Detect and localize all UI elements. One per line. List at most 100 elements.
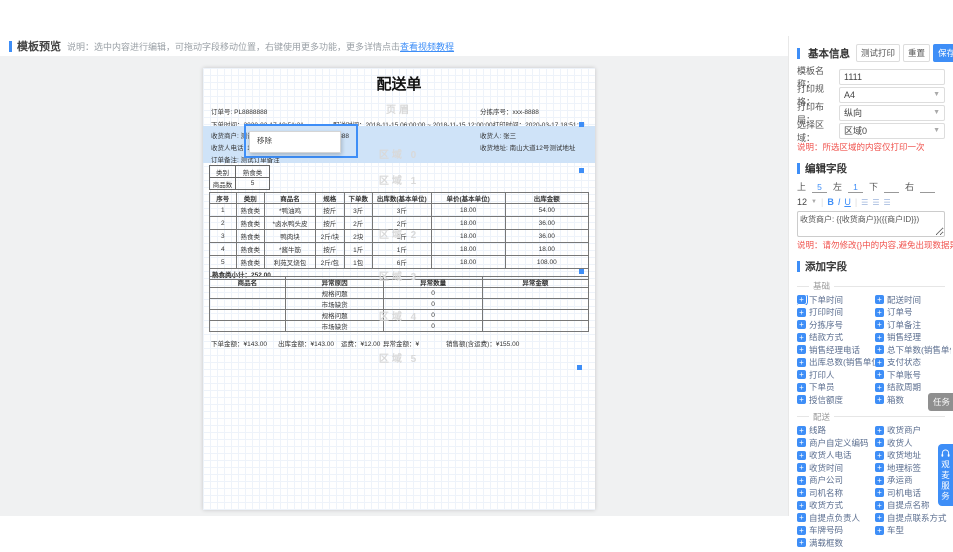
underline-button[interactable]: U [844, 197, 851, 207]
add-field-icon[interactable]: + [797, 345, 806, 354]
table-row[interactable]: 规格问题0 [210, 310, 589, 321]
table-row[interactable]: 4熟食类*酱牛筋按斤1斤1斤18.0018.00 [210, 243, 589, 256]
add-field-item[interactable]: +商户公司 [797, 476, 875, 486]
add-field-icon[interactable]: + [875, 320, 884, 329]
add-field-item[interactable]: +线路 [797, 426, 875, 436]
receiver-address-field[interactable]: 收货地址: 南山大道12号测试地址 [480, 142, 575, 152]
add-field-icon[interactable]: + [797, 333, 806, 342]
product-table[interactable]: 序号类别商品名规格下单数出库数(基本单位)单价(基本单位)出库金额1熟食类*鸭油… [209, 192, 589, 280]
resize-handle[interactable] [579, 168, 584, 173]
document-page[interactable]: 配送单 页眉 订单号: PL8888888 分拣序号：xxx-8888 下单时间… [203, 68, 595, 510]
add-field-icon[interactable]: + [797, 295, 806, 304]
add-field-item[interactable]: +收货方式 [797, 501, 875, 511]
summary-item[interactable]: 运费：¥12.00 [341, 338, 380, 348]
add-field-item[interactable]: +打印人 [797, 370, 875, 380]
add-field-item[interactable]: +下单时间 [797, 295, 875, 305]
doc-title[interactable]: 配送单 [203, 73, 595, 94]
add-field-icon[interactable]: + [875, 345, 884, 354]
add-field-icon[interactable]: + [797, 488, 806, 497]
summary-item[interactable]: 销售额(含运费)：¥155.00 [446, 338, 519, 348]
region-select[interactable]: 区域0▼ [839, 123, 945, 139]
add-field-icon[interactable]: + [875, 308, 884, 317]
add-field-item[interactable]: +自提点负责人 [797, 513, 875, 523]
add-field-item[interactable]: +满载框数 [797, 538, 875, 548]
field-content-textarea[interactable]: 收货商户: {{收货商户}}({{商户ID}}) [797, 211, 945, 237]
add-field-icon[interactable]: + [875, 426, 884, 435]
add-field-item[interactable]: +下单员 [797, 383, 875, 393]
add-field-icon[interactable]: + [875, 333, 884, 342]
add-field-icon[interactable]: + [875, 488, 884, 497]
add-field-icon[interactable]: + [875, 358, 884, 367]
chevron-down-icon[interactable]: ▼ [811, 199, 817, 205]
table-row[interactable]: 2熟食类*卤水鸭头皮按斤2斤2斤18.0036.00 [210, 217, 589, 230]
table-row[interactable]: 规格问题0 [210, 288, 589, 299]
context-menu-remove[interactable]: 移除 [257, 136, 272, 145]
add-field-icon[interactable]: + [875, 513, 884, 522]
font-size-value[interactable]: 12 [797, 197, 807, 207]
add-field-icon[interactable]: + [797, 320, 806, 329]
add-field-icon[interactable]: + [875, 370, 884, 379]
add-field-item[interactable]: +总下单数(销售单位) [875, 345, 951, 355]
table-row[interactable]: 市场缺货0 [210, 299, 589, 310]
add-field-icon[interactable]: + [797, 438, 806, 447]
summary-item[interactable]: 异常金额：¥ [383, 338, 419, 348]
align-right-icon[interactable]: ☰ [884, 198, 891, 207]
resize-handle[interactable] [577, 365, 582, 370]
add-field-icon[interactable]: + [797, 426, 806, 435]
add-field-item[interactable]: +支付状态 [875, 358, 951, 368]
resize-handle[interactable] [579, 269, 584, 274]
table-row[interactable]: 商品数5 [210, 178, 270, 190]
table-row[interactable]: 1熟食类*鸭油鸡按斤3斤3斤18.0054.00 [210, 204, 589, 217]
add-field-item[interactable]: +结款周期 [875, 383, 951, 393]
summary-item[interactable]: 出库金额：¥143.00 [278, 338, 334, 348]
add-field-item[interactable]: +结款方式 [797, 333, 875, 343]
add-field-icon[interactable]: + [797, 526, 806, 535]
add-field-item[interactable]: +车牌号码 [797, 526, 875, 536]
table-row[interactable]: 类别熟食类 [210, 166, 270, 178]
add-field-item[interactable]: +下单账号 [875, 370, 951, 380]
video-tutorial-link[interactable]: 查看视频教程 [400, 40, 454, 53]
add-field-icon[interactable]: + [797, 395, 806, 404]
print-layout-select[interactable]: 纵向▼ [839, 105, 945, 121]
add-field-item[interactable]: +车型 [875, 526, 951, 536]
add-field-item[interactable]: +分拣序号 [797, 320, 875, 330]
add-field-item[interactable]: +收货商户 [875, 426, 951, 436]
add-field-icon[interactable]: + [875, 295, 884, 304]
margin-input[interactable] [884, 182, 899, 193]
add-field-item[interactable]: +配送时间 [875, 295, 951, 305]
add-field-item[interactable]: +订单号 [875, 308, 951, 318]
receiver-person-field[interactable]: 收货人: 张三 [480, 130, 516, 140]
test-print-button[interactable]: 测试打印 [856, 44, 900, 62]
add-field-icon[interactable]: + [797, 358, 806, 367]
add-field-icon[interactable]: + [875, 395, 884, 404]
add-field-item[interactable]: +商户自定义编码 [797, 438, 875, 448]
margin-input[interactable]: 5 [812, 182, 827, 193]
anomaly-table[interactable]: 商品名异常原因异常数量异常金额规格问题0市场缺货0规格问题0市场缺货0 [209, 276, 589, 332]
margin-input[interactable] [920, 182, 935, 193]
summary-item[interactable]: 下单金额：¥143.00 [211, 338, 267, 348]
add-field-icon[interactable]: + [797, 370, 806, 379]
category-table[interactable]: 类别熟食类商品数5 [209, 165, 270, 190]
add-field-item[interactable]: +销售经理 [875, 333, 951, 343]
sort-no-field[interactable]: 分拣序号：xxx-8888 [480, 106, 539, 116]
save-button[interactable]: 保存 [933, 44, 953, 62]
add-field-icon[interactable]: + [797, 308, 806, 317]
add-field-icon[interactable]: + [875, 463, 884, 472]
add-field-item[interactable]: +打印时间 [797, 308, 875, 318]
add-field-icon[interactable]: + [875, 438, 884, 447]
add-field-item[interactable]: +自提点联系方式 [875, 513, 951, 523]
add-field-item[interactable]: +授信额度 [797, 395, 875, 405]
print-spec-select[interactable]: A4▼ [839, 87, 945, 103]
add-field-icon[interactable]: + [875, 451, 884, 460]
add-field-icon[interactable]: + [797, 476, 806, 485]
align-center-icon[interactable]: ☰ [872, 198, 879, 207]
editor-canvas[interactable]: 配送单 页眉 订单号: PL8888888 分拣序号：xxx-8888 下单时间… [0, 56, 788, 516]
order-no-field[interactable]: 订单号: PL8888888 [211, 106, 267, 116]
task-tab[interactable]: 任务 [928, 393, 953, 411]
template-name-input[interactable]: 1111 [839, 69, 945, 85]
totals-summary[interactable]: 下单金额：¥143.00 出库金额：¥143.00 运费：¥12.00异常金额：¥ 销… [203, 338, 595, 348]
add-field-icon[interactable]: + [875, 383, 884, 392]
add-field-icon[interactable]: + [797, 451, 806, 460]
table-row[interactable]: 3熟食类鸭肉块2斤/块2块2斤18.0036.00 [210, 230, 589, 243]
add-field-icon[interactable]: + [875, 476, 884, 485]
